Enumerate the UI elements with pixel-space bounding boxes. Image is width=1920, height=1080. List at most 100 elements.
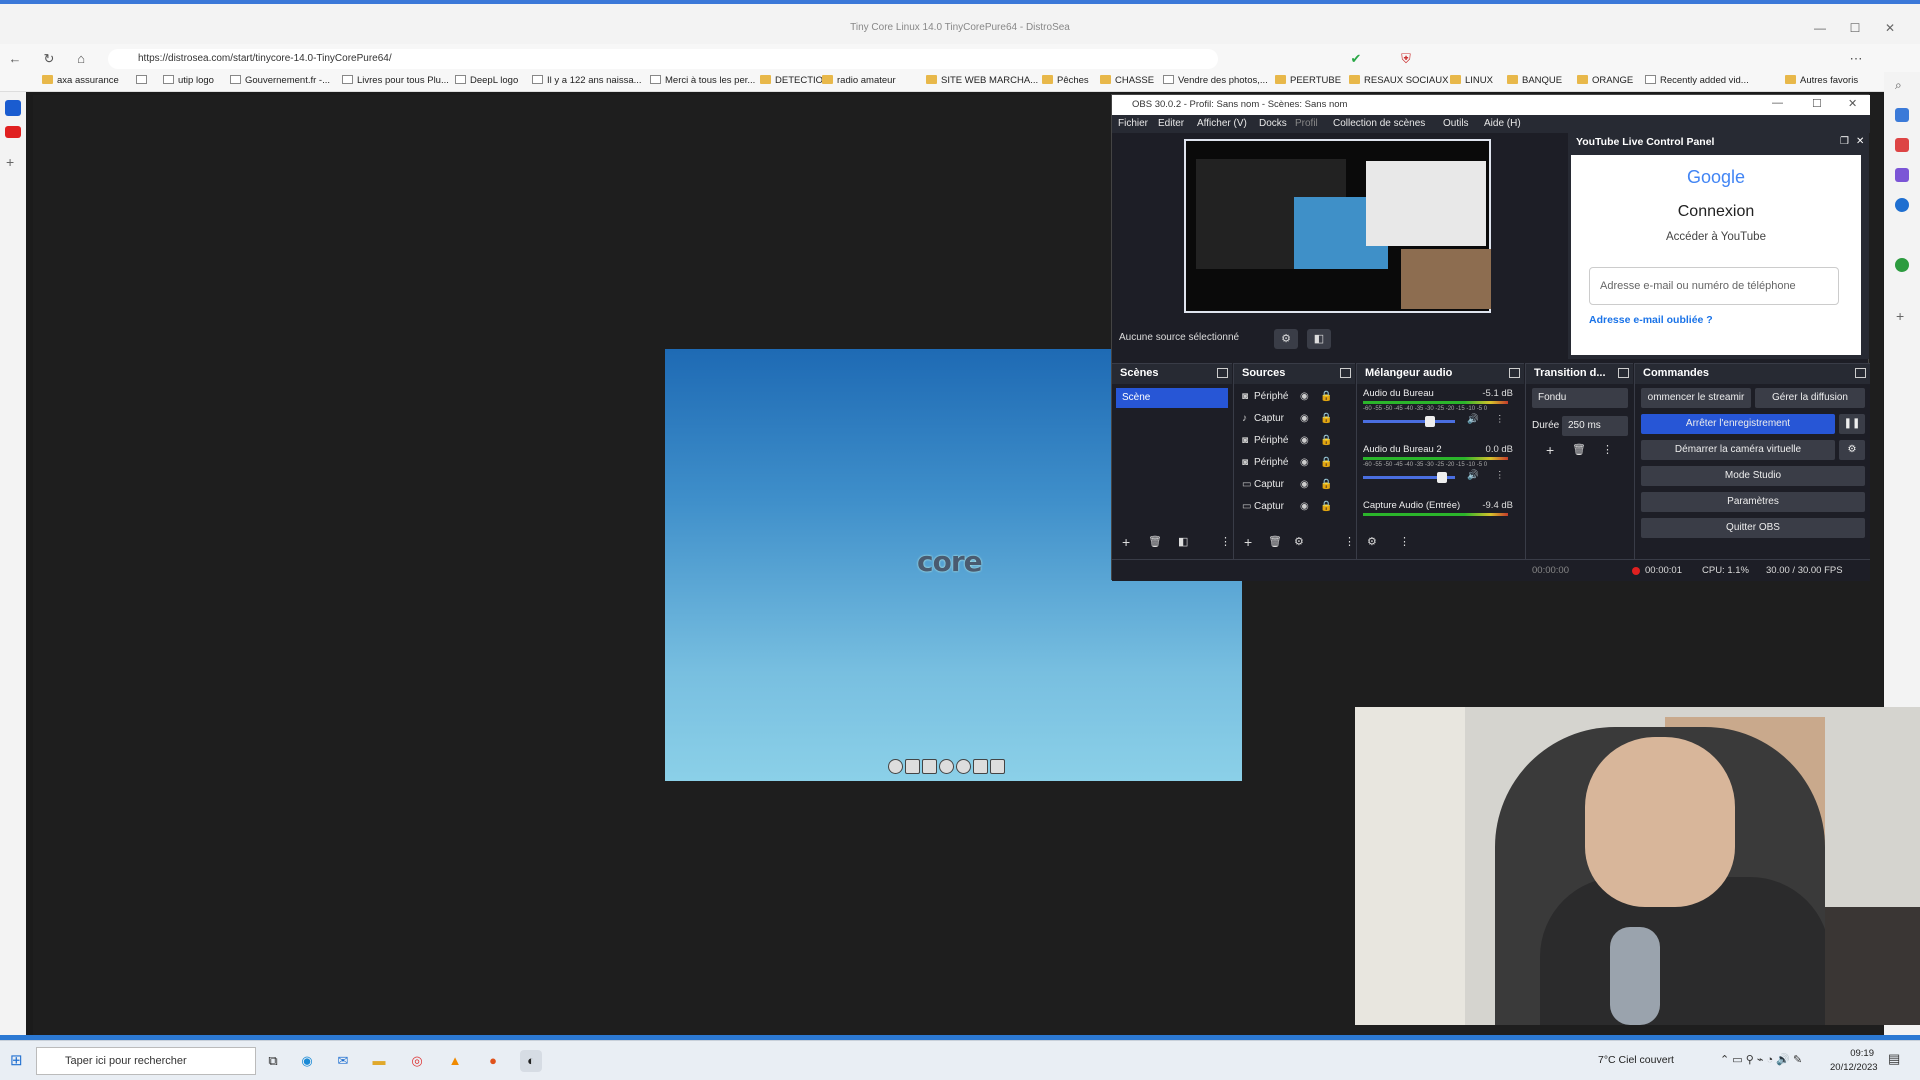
source-item[interactable]: ◙ Périphé ◉ 🔒 bbox=[1242, 454, 1332, 472]
menu-docks[interactable]: Docks bbox=[1259, 118, 1287, 129]
source-item[interactable]: ◙ Périphé ◉ 🔒 bbox=[1242, 388, 1332, 406]
home-icon[interactable]: ⌂ bbox=[70, 48, 92, 70]
virtual-camera-button[interactable]: Démarrer la caméra virtuelle bbox=[1641, 440, 1835, 460]
menu-collection[interactable]: Collection de scènes bbox=[1333, 118, 1425, 129]
bookmark-item[interactable]: axa assurance bbox=[42, 75, 119, 86]
remove-transition-icon[interactable]: 🗑 bbox=[1572, 443, 1586, 456]
pause-recording-icon[interactable]: ❚❚ bbox=[1839, 414, 1865, 434]
more-icon[interactable]: ⋮ bbox=[1399, 535, 1410, 548]
source-item[interactable]: ▭ Captur ◉ 🔒 bbox=[1242, 498, 1332, 516]
lock-icon[interactable]: 🔒 bbox=[1320, 476, 1332, 494]
eye-icon[interactable]: ◉ bbox=[1300, 388, 1309, 406]
url-field[interactable]: https://distrosea.com/start/tinycore-14.… bbox=[108, 49, 1218, 69]
manage-broadcast-button[interactable]: Gérer la diffusion bbox=[1755, 388, 1865, 408]
lock-icon[interactable]: 🔒 bbox=[1320, 388, 1332, 406]
lock-icon[interactable]: 🔒 bbox=[1320, 432, 1332, 450]
more-icon[interactable]: ⋮ bbox=[1495, 414, 1505, 425]
bookmark-item[interactable]: DETECTION bbox=[760, 75, 830, 86]
settings-button[interactable]: Paramètres bbox=[1641, 492, 1865, 512]
duration-field[interactable]: 250 ms bbox=[1562, 416, 1628, 436]
tray-icons[interactable]: ⌃ ▭ ⚲ ⌁ ◔ 🔊 ✎ bbox=[1720, 1053, 1802, 1066]
obs-preview[interactable] bbox=[1184, 139, 1491, 313]
back-icon[interactable]: ← bbox=[4, 48, 26, 70]
sidebar-games-icon[interactable] bbox=[1895, 168, 1909, 182]
weather-widget[interactable]: 7°C Ciel couvert bbox=[1598, 1054, 1674, 1066]
transition-select[interactable]: Fondu bbox=[1532, 388, 1628, 408]
volume-slider[interactable] bbox=[1363, 416, 1455, 427]
eye-icon[interactable]: ◉ bbox=[1300, 454, 1309, 472]
menu-editer[interactable]: Editer bbox=[1158, 118, 1184, 129]
scene-filters-icon[interactable]: ◧ bbox=[1178, 535, 1188, 548]
bookmark-item[interactable]: Livres pour tous Plu... bbox=[342, 75, 449, 86]
start-streaming-button[interactable]: ommencer le streamir bbox=[1641, 388, 1751, 408]
sidebar-app-icon[interactable] bbox=[5, 100, 21, 116]
remove-scene-icon[interactable]: 🗑 bbox=[1148, 535, 1162, 548]
obs-minimize-button[interactable]: — bbox=[1772, 97, 1783, 109]
apps-icon[interactable] bbox=[939, 759, 954, 774]
bookmark-item[interactable]: Il y a 122 ans naissa... bbox=[532, 75, 642, 86]
source-properties-gear-icon[interactable]: ⚙ bbox=[1274, 329, 1298, 349]
sidebar-tool-icon[interactable] bbox=[1895, 108, 1909, 122]
control-panel-icon[interactable] bbox=[990, 759, 1005, 774]
extension-shield-icon[interactable]: ⛨ bbox=[1395, 48, 1417, 70]
bookmark-item[interactable]: SITE WEB MARCHA... bbox=[926, 75, 1038, 86]
source-filters-icon[interactable]: ◧ bbox=[1307, 329, 1331, 349]
menu-outils[interactable]: Outils bbox=[1443, 118, 1469, 129]
notification-icon[interactable]: ▤ bbox=[1888, 1051, 1900, 1067]
more-icon[interactable]: ⋮ bbox=[1344, 535, 1355, 548]
remove-source-icon[interactable]: 🗑 bbox=[1268, 535, 1282, 548]
menu-icon[interactable]: ⋯ bbox=[1845, 48, 1867, 70]
bookmark-item[interactable]: BANQUE bbox=[1507, 75, 1562, 86]
source-gear-icon[interactable]: ⚙ bbox=[1294, 535, 1304, 548]
email-field[interactable]: Adresse e-mail ou numéro de téléphone bbox=[1589, 267, 1839, 305]
mail-icon[interactable]: ✉ bbox=[332, 1050, 354, 1072]
add-icon[interactable]: + bbox=[1896, 308, 1904, 324]
settings-icon[interactable] bbox=[956, 759, 971, 774]
bookmark-item[interactable] bbox=[136, 75, 151, 86]
reload-icon[interactable]: ↻ bbox=[38, 48, 60, 70]
source-item[interactable]: ◙ Périphé ◉ 🔒 bbox=[1242, 432, 1332, 450]
eye-icon[interactable]: ◉ bbox=[1300, 410, 1309, 428]
menu-aide[interactable]: Aide (H) bbox=[1484, 118, 1521, 129]
more-icon[interactable]: ⋮ bbox=[1602, 443, 1613, 456]
scene-item[interactable]: Scène bbox=[1116, 388, 1228, 408]
taskbar-search[interactable]: Taper ici pour rechercher bbox=[36, 1047, 256, 1075]
bookmark-item[interactable]: utip logo bbox=[163, 75, 214, 86]
maximize-button[interactable]: ☐ bbox=[1840, 18, 1870, 38]
speaker-icon[interactable]: 🔊 bbox=[1467, 414, 1479, 425]
obs-close-button[interactable]: ✕ bbox=[1848, 97, 1857, 110]
sidebar-spotify-icon[interactable] bbox=[1895, 258, 1909, 272]
bookmark-item[interactable]: RESAUX SOCIAUX bbox=[1349, 75, 1448, 86]
bookmark-item[interactable]: Gouvernement.fr -... bbox=[230, 75, 330, 86]
forgot-email-link[interactable]: Adresse e-mail oubliée ? bbox=[1589, 314, 1713, 326]
lock-icon[interactable]: 🔒 bbox=[1320, 410, 1332, 428]
quit-obs-button[interactable]: Quitter OBS bbox=[1641, 518, 1865, 538]
bookmark-item[interactable]: LINUX bbox=[1450, 75, 1493, 86]
add-scene-icon[interactable]: + bbox=[1122, 534, 1130, 550]
bookmark-item[interactable]: PEERTUBE bbox=[1275, 75, 1341, 86]
bookmark-item[interactable]: CHASSE bbox=[1100, 75, 1154, 86]
extension-check-icon[interactable]: ✔ bbox=[1345, 48, 1367, 70]
lock-icon[interactable]: 🔒 bbox=[1320, 498, 1332, 516]
bookmark-item[interactable]: Autres favoris bbox=[1785, 75, 1858, 86]
start-icon[interactable]: ⊞ bbox=[10, 1051, 23, 1069]
exit-icon[interactable] bbox=[888, 759, 903, 774]
close-icon[interactable]: ✕ bbox=[1856, 136, 1864, 147]
popout-icon[interactable]: ❐ bbox=[1840, 136, 1849, 147]
popout-icon[interactable] bbox=[1855, 368, 1866, 378]
terminal-icon[interactable] bbox=[922, 759, 937, 774]
sidebar-outlook-icon[interactable] bbox=[1895, 198, 1909, 212]
bookmark-item[interactable]: radio amateur bbox=[822, 75, 896, 86]
firefox-icon[interactable]: ● bbox=[482, 1050, 504, 1072]
sidebar-bag-icon[interactable] bbox=[1895, 138, 1909, 152]
menu-fichier[interactable]: Fichier bbox=[1118, 118, 1148, 129]
eye-icon[interactable]: ◉ bbox=[1300, 498, 1309, 516]
stop-recording-button[interactable]: Arrêter l'enregistrement bbox=[1641, 414, 1835, 434]
edge-icon[interactable]: ◉ bbox=[296, 1050, 318, 1072]
speaker-icon[interactable]: 🔊 bbox=[1467, 470, 1479, 481]
add-icon[interactable]: + bbox=[6, 154, 14, 170]
obs-maximize-button[interactable]: ☐ bbox=[1812, 97, 1822, 110]
explorer-icon[interactable]: ▬ bbox=[368, 1050, 390, 1072]
more-icon[interactable]: ⋮ bbox=[1220, 535, 1231, 548]
add-source-icon[interactable]: + bbox=[1244, 534, 1252, 550]
